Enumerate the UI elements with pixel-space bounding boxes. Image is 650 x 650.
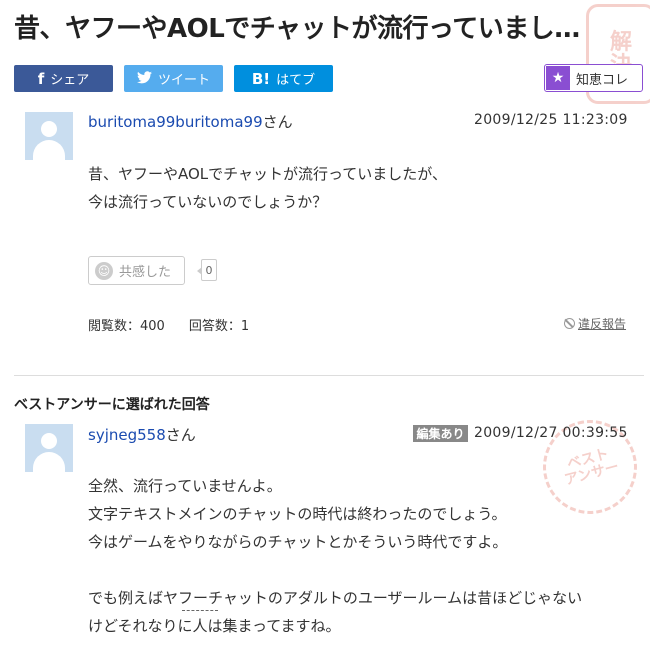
twitter-bird-icon <box>136 70 152 88</box>
report-label: 違反報告 <box>578 317 627 331</box>
facebook-share-button[interactable]: f シェア <box>14 65 113 92</box>
questioner-avatar[interactable] <box>25 112 73 160</box>
edited-badge: 編集あり <box>413 425 468 442</box>
prohibited-icon <box>564 318 575 329</box>
answer-line: 文字テキストメインのチャットの時代は終わったのでしょう。 <box>88 505 507 523</box>
answer-line <box>88 556 582 584</box>
question-line: 昔、ヤフーやAOLでチャットが流行っていましたが、 <box>88 165 447 183</box>
chie-kore-label: 知恵コレ <box>576 72 629 88</box>
chie-kore-button[interactable]: ★ 知恵コレ <box>544 64 643 92</box>
smile-icon: ☺ <box>95 261 113 280</box>
empathy-count: 0 <box>197 259 217 281</box>
question-body: 昔、ヤフーやAOLでチャットが流行っていましたが、 今は流行っていないのでしょう… <box>88 160 447 216</box>
answerer-username[interactable]: syjneg558 <box>88 426 166 444</box>
answerer-avatar[interactable] <box>25 424 73 472</box>
answer-date: 2009/12/27 00:39:55 <box>474 425 628 441</box>
hatena-bookmark-label: はてブ <box>276 73 316 88</box>
answer-line: けどそれなりに人は集まってますね。 <box>88 617 341 635</box>
questioner-name[interactable]: buritoma99buritoma99さん <box>88 111 293 132</box>
questioner-username[interactable]: buritoma99buritoma99 <box>88 113 263 131</box>
answer-count: 回答数：1 <box>188 319 250 334</box>
best-answer-heading: ベストアンサーに選ばれた回答 <box>14 397 210 413</box>
answerer-honorific: さん <box>165 426 196 444</box>
answerer-name[interactable]: syjneg558さん <box>88 424 196 445</box>
section-divider <box>14 375 644 376</box>
question-date: 2009/12/25 11:23:09 <box>474 112 628 128</box>
keyword-underline <box>182 610 218 611</box>
question-line: 今は流行っていないのでしょうか？ <box>88 193 328 211</box>
page-title: 昔、ヤフーやAOLでチャットが流行っていまし… <box>14 14 580 44</box>
answer-body: 全然、流行っていませんよ。 文字テキストメインのチャットの時代は終わったのでしょ… <box>88 472 582 640</box>
report-link[interactable]: 違反報告 <box>564 315 626 332</box>
twitter-share-label: ツイート <box>157 73 210 88</box>
facebook-share-label: シェア <box>50 73 90 88</box>
hatena-bookmark-icon: B! <box>251 69 271 88</box>
answer-line: でも例えばヤフーチャットのアダルトのユーザールームは昔ほどじゃない <box>88 589 583 607</box>
twitter-share-button[interactable]: ツイート <box>124 65 223 92</box>
empathy-label: 共感した <box>119 265 172 280</box>
facebook-icon: f <box>37 69 45 88</box>
hatena-bookmark-button[interactable]: B! はてブ <box>234 65 333 92</box>
view-count: 閲覧数：400 <box>88 319 165 334</box>
questioner-honorific: さん <box>262 113 293 131</box>
answer-line: 全然、流行っていませんよ。 <box>88 477 282 495</box>
empathy-button[interactable]: ☺ 共感した <box>88 256 185 285</box>
question-stats: 閲覧数：400 回答数：1 <box>88 315 249 334</box>
star-icon: ★ <box>546 66 570 90</box>
answer-line: 今はゲームをやりながらのチャットとかそういう時代ですよ。 <box>88 533 508 551</box>
